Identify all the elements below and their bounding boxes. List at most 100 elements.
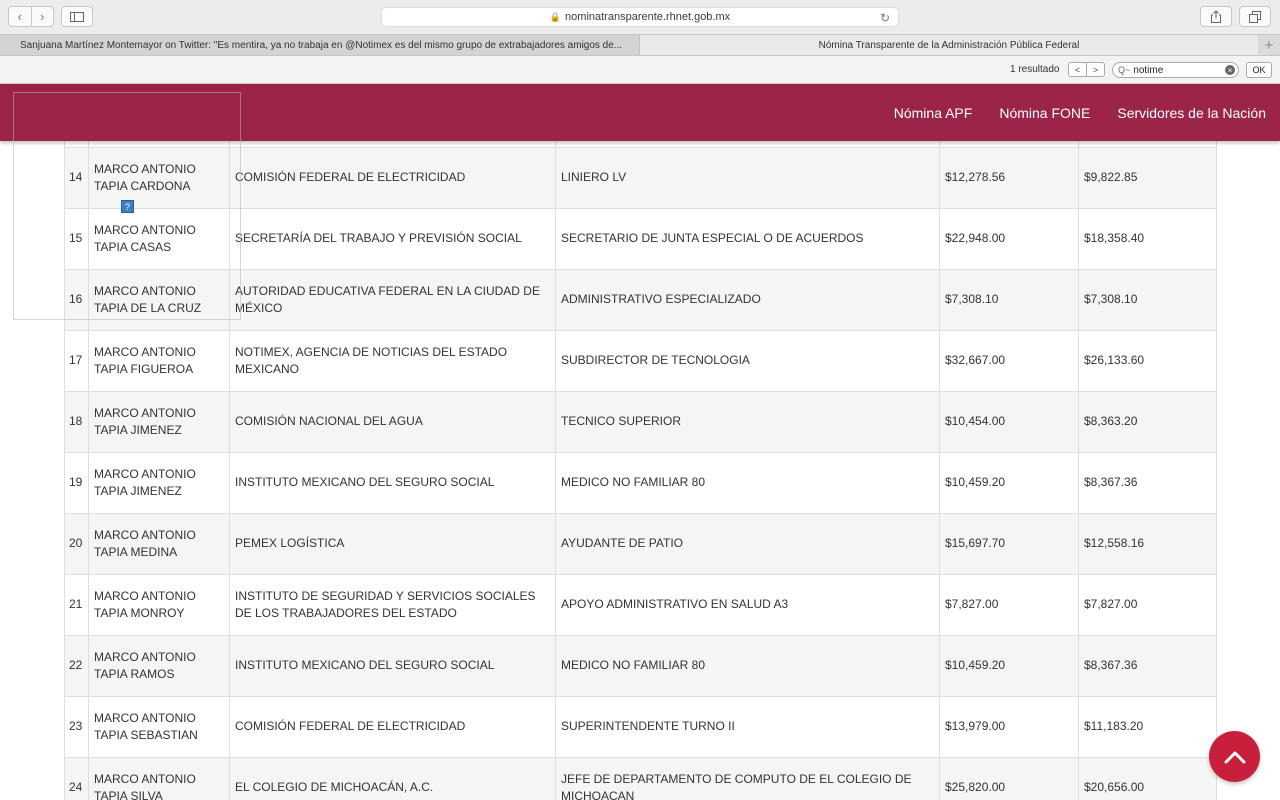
row-number: 24 — [64, 756, 89, 800]
tab-nomina[interactable]: Nómina Transparente de la Administración… — [640, 35, 1258, 55]
employee-name: MARCO ANTONIO TAPIA SEBASTIAN — [88, 695, 230, 758]
gross-salary: $15,697.70 — [939, 512, 1079, 575]
net-salary: $18,358.40 — [1078, 207, 1217, 270]
share-icon — [1211, 10, 1221, 23]
nav-nomina-apf[interactable]: Nómina APF — [894, 105, 973, 121]
row-number: 20 — [64, 512, 89, 575]
table-row: 18 MARCO ANTONIO TAPIA JIMENEZ COMISIÓN NA… — [64, 390, 1217, 453]
search-icon: Q~ — [1118, 65, 1131, 75]
table-row: 15 MARCO ANTONIO TAPIA CASAS SECRETARÍA DE… — [64, 207, 1217, 270]
find-input[interactable]: Q~ notime × — [1112, 62, 1239, 78]
find-previous-button[interactable]: < — [1069, 63, 1086, 76]
row-number: 16 — [64, 268, 89, 331]
table-row: 20 MARCO ANTONIO TAPIA MEDINA PEMEX LOGÍST… — [64, 512, 1217, 575]
find-query: notime — [1133, 64, 1164, 76]
net-salary: $8,363.20 — [1078, 390, 1217, 453]
employee-name: MARCO ANTONIO TAPIA JIMENEZ — [88, 390, 230, 453]
institution-name: PEMEX LOGÍSTICA — [229, 512, 556, 575]
net-salary: $26,133.60 — [1078, 329, 1217, 392]
position-title: SECRETARIO DE JUNTA ESPECIAL O DE ACUERD… — [555, 207, 940, 270]
site-nav: Nómina APF Nómina FONE Servidores de la … — [867, 84, 1266, 141]
tabs-overview-button[interactable] — [1239, 6, 1271, 27]
position-title: AYUDANTE DE PATIO — [555, 512, 940, 575]
browser-window: ‹ › 🔒 nominatransparente.rhnet.gob.mx ↻ … — [0, 0, 1280, 800]
row-number: 21 — [64, 573, 89, 636]
row-number: 22 — [64, 634, 89, 697]
employee-name: MARCO ANTONIO TAPIA RAMOS — [88, 634, 230, 697]
find-next-button[interactable]: > — [1086, 63, 1104, 76]
row-number: 23 — [64, 695, 89, 758]
institution-name: SECRETARÍA DEL TRABAJO Y PREVISIÓN SOCIA… — [229, 207, 556, 270]
row-number: 15 — [64, 207, 89, 270]
net-salary: $8,367.36 — [1078, 451, 1217, 514]
table-row: 23 MARCO ANTONIO TAPIA SEBASTIAN COMISIÓN … — [64, 695, 1217, 758]
address-bar[interactable]: 🔒 nominatransparente.rhnet.gob.mx ↻ — [381, 7, 899, 27]
sidebar-toggle-button[interactable] — [61, 6, 93, 27]
position-title: TECNICO SUPERIOR — [555, 390, 940, 453]
share-button[interactable] — [1200, 6, 1232, 27]
gross-salary: $10,459.20 — [939, 634, 1079, 697]
clear-icon[interactable]: × — [1225, 65, 1235, 75]
institution-name: INSTITUTO MEXICANO DEL SEGURO SOCIAL — [229, 451, 556, 514]
row-number: 17 — [64, 329, 89, 392]
table-row: 14 MARCO ANTONIO TAPIA CARDONA COMISIÓN FE… — [64, 146, 1217, 209]
position-title: SUPERINTENDENTE TURNO II — [555, 695, 940, 758]
net-salary: $7,827.00 — [1078, 573, 1217, 636]
tab-strip: Sanjuana Martínez Montemayor on Twitter:… — [0, 34, 1280, 56]
gross-salary: $25,820.00 — [939, 756, 1079, 800]
net-salary: $7,308.10 — [1078, 268, 1217, 331]
position-title: LINIERO LV — [555, 146, 940, 209]
sidebar-icon — [70, 11, 84, 22]
employee-name: MARCO ANTONIO TAPIA JIMENEZ — [88, 451, 230, 514]
table-row: 21 MARCO ANTONIO TAPIA MONROY INSTITUTO DE… — [64, 573, 1217, 636]
gross-salary: $10,459.20 — [939, 451, 1079, 514]
employee-name: MARCO ANTONIO TAPIA MEDINA — [88, 512, 230, 575]
institution-name: EL COLEGIO DE MICHOACÁN, A.C. — [229, 756, 556, 800]
gross-salary: $13,979.00 — [939, 695, 1079, 758]
gross-salary: $32,667.00 — [939, 329, 1079, 392]
institution-name: COMISIÓN FEDERAL DE ELECTRICIDAD — [229, 146, 556, 209]
table-row: 16 MARCO ANTONIO TAPIA DE LA CRUZ AUTORIDA… — [64, 268, 1217, 331]
position-title: MEDICO NO FAMILIAR 80 — [555, 634, 940, 697]
forward-button[interactable]: › — [30, 7, 54, 26]
institution-name: INSTITUTO MEXICANO DEL SEGURO SOCIAL — [229, 634, 556, 697]
position-title: APOYO ADMINISTRATIVO EN SALUD A3 — [555, 573, 940, 636]
tabs-icon — [1249, 10, 1261, 23]
row-number: 14 — [64, 146, 89, 209]
find-nav: < > — [1068, 62, 1105, 77]
gross-salary: $12,278.56 — [939, 146, 1079, 209]
url-text: nominatransparente.rhnet.gob.mx — [565, 11, 731, 23]
employee-name: MARCO ANTONIO TAPIA SILVA — [88, 756, 230, 800]
tab-twitter[interactable]: Sanjuana Martínez Montemayor on Twitter:… — [0, 35, 640, 55]
gross-salary: $7,308.10 — [939, 268, 1079, 331]
row-number: 19 — [64, 451, 89, 514]
find-ok-button[interactable]: OK — [1246, 62, 1272, 78]
lock-icon: 🔒 — [549, 11, 562, 22]
gross-salary: $22,948.00 — [939, 207, 1079, 270]
institution-name: COMISIÓN NACIONAL DEL AGUA — [229, 390, 556, 453]
institution-name: INSTITUTO DE SEGURIDAD Y SERVICIOS SOCIA… — [229, 573, 556, 636]
position-title: MEDICO NO FAMILIAR 80 — [555, 451, 940, 514]
missing-image-icon: ? — [121, 200, 134, 213]
net-salary: $9,822.85 — [1078, 146, 1217, 209]
reload-icon[interactable]: ↻ — [880, 11, 890, 25]
scroll-to-top-button[interactable] — [1209, 731, 1260, 782]
employee-name: MARCO ANTONIO TAPIA CASAS — [88, 207, 230, 270]
find-bar: 1 resultado < > Q~ notime × OK — [0, 56, 1280, 84]
position-title: SUBDIRECTOR DE TECNOLOGIA — [555, 329, 940, 392]
back-button[interactable]: ‹ — [9, 7, 31, 26]
employee-name: MARCO ANTONIO TAPIA DE LA CRUZ — [88, 268, 230, 331]
row-number: 18 — [64, 390, 89, 453]
site-header: Nómina APF Nómina FONE Servidores de la … — [0, 84, 1280, 141]
chevron-up-icon — [1224, 751, 1245, 763]
net-salary: $12,558.16 — [1078, 512, 1217, 575]
table-row: 19 MARCO ANTONIO TAPIA JIMENEZ INSTITUTO M… — [64, 451, 1217, 514]
institution-name: AUTORIDAD EDUCATIVA FEDERAL EN LA CIUDAD… — [229, 268, 556, 331]
find-result-count: 1 resultado — [1010, 64, 1060, 75]
table-row: 24 MARCO ANTONIO TAPIA SILVA EL COLEGIO DE… — [64, 756, 1217, 800]
nav-servidores-de-la-nacion[interactable]: Servidores de la Nación — [1117, 105, 1266, 121]
table-row: 22 MARCO ANTONIO TAPIA RAMOS INSTITUTO MEX… — [64, 634, 1217, 697]
browser-toolbar: ‹ › 🔒 nominatransparente.rhnet.gob.mx ↻ — [0, 0, 1280, 34]
new-tab-button[interactable]: + — [1258, 35, 1280, 55]
nav-nomina-fone[interactable]: Nómina FONE — [999, 105, 1090, 121]
